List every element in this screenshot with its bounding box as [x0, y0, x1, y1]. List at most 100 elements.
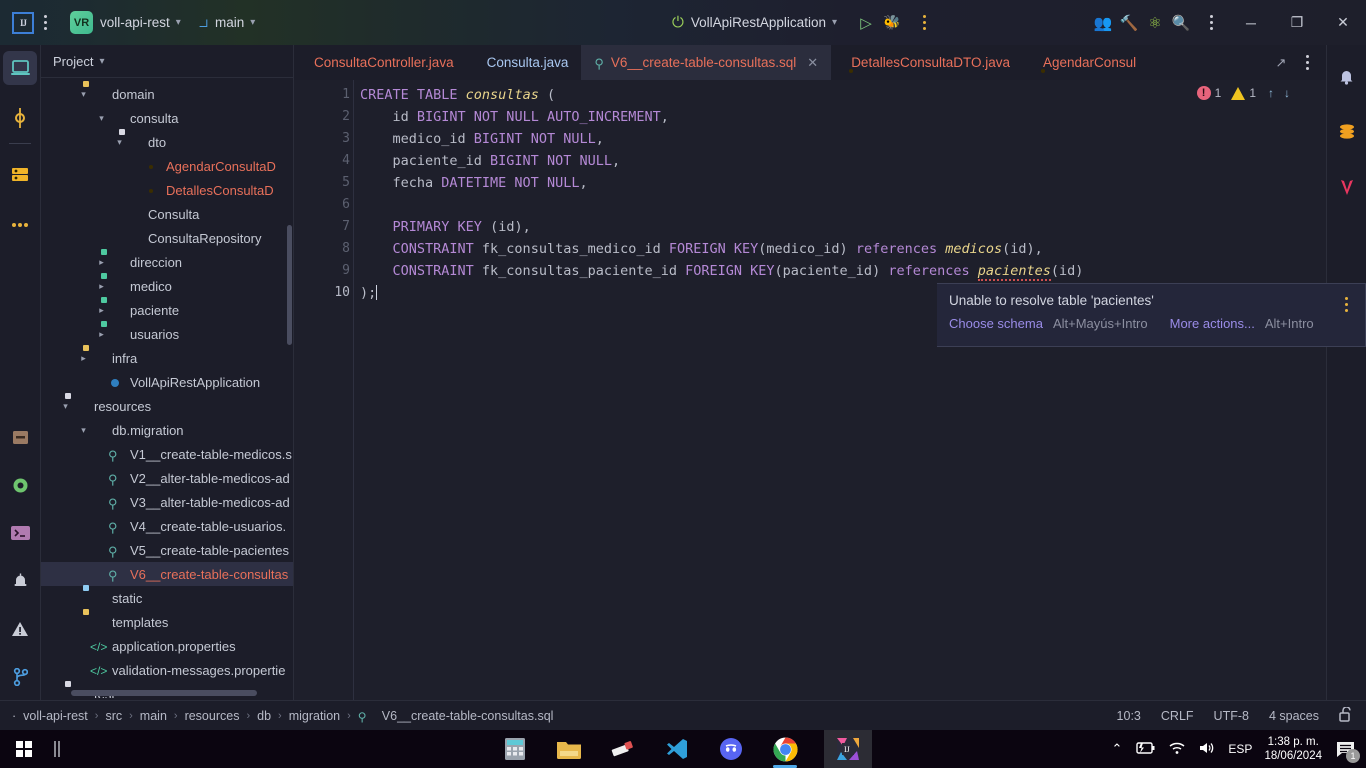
popup-options-icon[interactable]: [1335, 292, 1357, 316]
code-editor[interactable]: 1 2 3 4 5 6 7 8 9 10 CREATE TABLE consultas ( id …: [294, 80, 1326, 700]
notification-center-icon[interactable]: 1: [1334, 737, 1360, 763]
alarm-icon[interactable]: [3, 564, 37, 598]
run-configuration-selector[interactable]: ⏻ VollApiRestApplication ▾ ▷ 🐝: [672, 10, 935, 36]
branch-name-label[interactable]: main: [215, 15, 244, 30]
tree-item-consultarepository[interactable]: ConsultaRepository: [41, 226, 293, 250]
taskbar-app-intellij-idea[interactable]: IJ: [824, 730, 872, 768]
taskbar-app-vs-code[interactable]: [662, 734, 692, 764]
close-button[interactable]: ✕: [1320, 0, 1366, 45]
tree-item-medico[interactable]: ▸ medico: [41, 274, 293, 298]
windows-start-icon[interactable]: [0, 730, 48, 768]
bell-icon[interactable]: [1330, 59, 1364, 93]
code-line[interactable]: CREATE TABLE consultas (: [360, 84, 1326, 106]
caret-position[interactable]: 10:3: [1117, 709, 1141, 723]
search-everywhere-icon[interactable]: 🔍: [1168, 10, 1194, 36]
code-line[interactable]: CONSTRAINT fk_consultas_medico_id FOREIG…: [360, 238, 1326, 260]
tree-item-v3-alter-table-medicos-ad[interactable]: ⚲ V3__alter-table-medicos-ad: [41, 490, 293, 514]
breadcrumb[interactable]: · voll-api-rest › src › main › resources › db › mig…: [0, 709, 554, 724]
code-line[interactable]: [360, 194, 1326, 216]
taskbar-app-google-chrome[interactable]: [770, 734, 800, 768]
git-branch-icon[interactable]: [3, 660, 37, 694]
speaker-icon[interactable]: [1198, 741, 1216, 758]
breadcrumb-item[interactable]: src: [105, 709, 122, 723]
editor-tab-detallesconsultadto-java[interactable]: DetallesConsultaDTO.java: [831, 45, 1023, 80]
code-line[interactable]: PRIMARY KEY (id),: [360, 216, 1326, 238]
services-gear-icon[interactable]: [3, 468, 37, 502]
tree-item-static[interactable]: static: [41, 586, 293, 610]
database-icon[interactable]: [3, 158, 37, 192]
code-line[interactable]: paciente_id BIGINT NOT NULL,: [360, 150, 1326, 172]
tree-item-v4-create-table-usuarios[interactable]: ⚲ V4__create-table-usuarios.: [41, 514, 293, 538]
wifi-icon[interactable]: [1168, 741, 1186, 758]
tree-item-application-properties[interactable]: </> application.properties: [41, 634, 293, 658]
editor-tab-consulta-java[interactable]: Consulta.java: [467, 45, 582, 80]
tree-item-v6-create-table-consultas[interactable]: ⚲ V6__create-table-consultas: [41, 562, 293, 586]
tree-item-db-migration[interactable]: ▾ db.migration: [41, 418, 293, 442]
tree-item-infra[interactable]: ▸ infra: [41, 346, 293, 370]
code-with-me-icon[interactable]: 👥: [1090, 10, 1116, 36]
clock[interactable]: 1:38 p. m. 18/06/2024: [1264, 735, 1322, 763]
prev-problem-icon[interactable]: ↑: [1268, 86, 1274, 100]
tree-item-templates[interactable]: templates: [41, 610, 293, 634]
breadcrumb-item[interactable]: voll-api-rest: [23, 709, 88, 723]
debug-icon[interactable]: 🐝: [879, 10, 905, 36]
ai-assistant-icon[interactable]: ⚛: [1142, 10, 1168, 36]
minimize-button[interactable]: ─: [1228, 0, 1274, 45]
project-tree-scrollbar[interactable]: [286, 45, 293, 700]
unlocked-icon[interactable]: [1339, 705, 1352, 725]
branch-chevron-down-icon[interactable]: ▾: [250, 17, 255, 28]
code-line[interactable]: fecha DATETIME NOT NULL,: [360, 172, 1326, 194]
tree-item-vollapirestapplication[interactable]: VollApiRestApplication: [41, 370, 293, 394]
chevron-down-icon[interactable]: ▾: [95, 113, 108, 124]
battery-charging-icon[interactable]: [1134, 741, 1156, 758]
tree-item-resources[interactable]: ▾ resources: [41, 394, 293, 418]
project-tree-hscrollbar[interactable]: [71, 690, 257, 696]
taskbar-app-calculator[interactable]: [500, 734, 530, 764]
tree-item-dto[interactable]: ▾ dto: [41, 130, 293, 154]
chevron-right-icon[interactable]: ▸: [95, 281, 108, 292]
tree-item-detallesconsultad[interactable]: DetallesConsultaD: [41, 178, 293, 202]
chevron-right-icon[interactable]: ▸: [95, 305, 108, 316]
tree-item-validation-messages-propertie[interactable]: </> validation-messages.propertie: [41, 658, 293, 682]
code-line[interactable]: medico_id BIGINT NOT NULL,: [360, 128, 1326, 150]
chevron-down-icon[interactable]: ▾: [59, 401, 72, 412]
file-encoding[interactable]: UTF-8: [1214, 709, 1249, 723]
tree-item-direccion[interactable]: ▸ direccion: [41, 250, 293, 274]
tree-item-agendarconsultad[interactable]: AgendarConsultaD: [41, 154, 293, 178]
intellij-idea-logo[interactable]: IJ: [12, 11, 34, 34]
breadcrumb-item[interactable]: resources: [185, 709, 240, 723]
taskbar-app-discord[interactable]: [716, 734, 746, 764]
tree-item-usuarios[interactable]: ▸ usuarios: [41, 322, 293, 346]
more-actions-link[interactable]: More actions...: [1170, 316, 1255, 331]
taskbar-app-paint[interactable]: [608, 734, 638, 764]
project-panel-header[interactable]: Project ▾: [41, 45, 293, 78]
close-icon[interactable]: ✕: [807, 55, 818, 71]
project-chevron-down-icon[interactable]: ▾: [176, 17, 181, 28]
tree-item-v1-create-table-medicos-s[interactable]: ⚲ V1__create-table-medicos.s: [41, 442, 293, 466]
project-panel-chevron-down-icon[interactable]: ▾: [99, 56, 104, 67]
breadcrumb-item[interactable]: migration: [289, 709, 340, 723]
maven-icon[interactable]: [1330, 171, 1364, 205]
next-problem-icon[interactable]: ↓: [1284, 86, 1290, 100]
breadcrumb-item[interactable]: V6__create-table-consultas.sql: [382, 709, 554, 723]
tree-item-consulta[interactable]: Consulta: [41, 202, 293, 226]
tree-item-v5-create-table-pacientes[interactable]: ⚲ V5__create-table-pacientes: [41, 538, 293, 562]
editor-tab-agendarconsul[interactable]: AgendarConsul: [1023, 45, 1149, 80]
commit-icon[interactable]: [3, 101, 37, 135]
editor-tab-consultacontroller-java[interactable]: ConsultaController.java: [294, 45, 467, 80]
database-stack-icon[interactable]: [1330, 115, 1364, 149]
chevron-right-icon[interactable]: ▸: [95, 329, 108, 340]
inspection-widget[interactable]: ! 1 1 ↑ ↓: [1196, 86, 1290, 100]
tray-chevron-up-icon[interactable]: ⌃: [1112, 741, 1123, 757]
chevron-right-icon[interactable]: ▸: [95, 257, 108, 268]
tree-item-v2-alter-table-medicos-ad[interactable]: ⚲ V2__alter-table-medicos-ad: [41, 466, 293, 490]
build-tools-icon[interactable]: 🔨: [1116, 10, 1142, 36]
taskbar-app-file-explorer[interactable]: [554, 734, 584, 764]
chevron-down-icon[interactable]: ▾: [113, 137, 126, 148]
indent-setting[interactable]: 4 spaces: [1269, 709, 1319, 723]
terminal-icon[interactable]: [3, 516, 37, 550]
project-tree[interactable]: ▾ domain ▾ consulta ▾ dto AgendarConsultaD Deta…: [41, 78, 293, 698]
chevron-down-icon[interactable]: ▾: [77, 89, 90, 100]
project-window-icon[interactable]: [3, 51, 37, 85]
code-line[interactable]: id BIGINT NOT NULL AUTO_INCREMENT,: [360, 106, 1326, 128]
